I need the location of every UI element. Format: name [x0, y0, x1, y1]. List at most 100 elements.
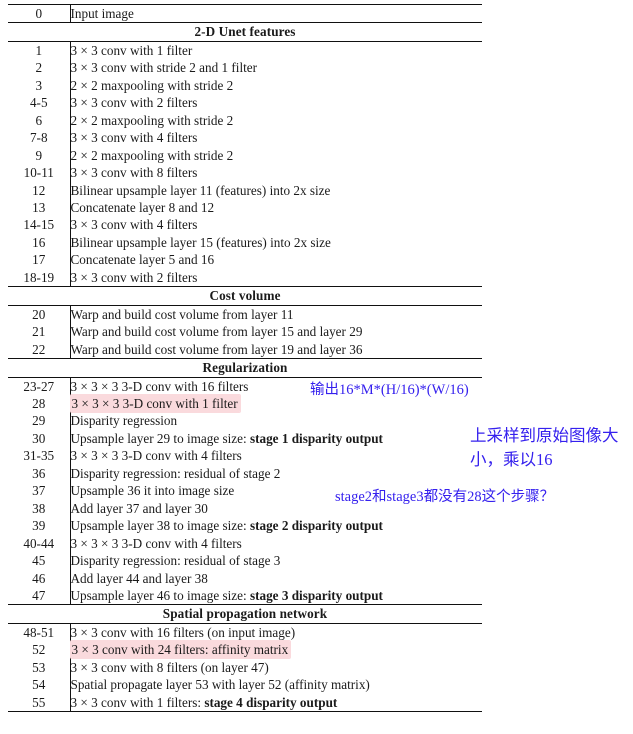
table-row: 62 × 2 maxpooling with stride 2	[8, 111, 482, 130]
layer-description-cell: Disparity regression: residual of stage …	[70, 553, 281, 569]
table-row: 13 Concatenate layer 8 and 12	[8, 198, 482, 217]
layer-id-cell: 1	[8, 41, 71, 60]
layer-id-cell: 46	[8, 569, 71, 587]
layer-description-cell: Concatenate layer 8 and 12	[70, 199, 215, 215]
layer-id-cell: 2	[8, 59, 71, 77]
layer-id-cell: 47	[8, 586, 71, 605]
layer-id-cell: 31-35	[8, 447, 71, 465]
layer-description-cell: Disparity regression: residual of stage …	[70, 465, 281, 481]
stage-output-label: stage 4 disparity output	[204, 694, 338, 710]
table-row: 0 Input image	[8, 3, 482, 24]
table-row: 10-11 3 × 3 conv with 8 filters	[8, 164, 482, 182]
network-architecture-table: 0 Input image 2-D Unet features 1 3 × 3 conv…	[8, 3, 482, 713]
layer-description-cell: Warp and build cost volume from layer 11	[70, 306, 294, 322]
layer-description-cell: Spatial propagate layer 53 with layer 52…	[70, 677, 370, 693]
table-row: 40-44 3 × 3 × 3 3-D conv with 4 filters	[8, 534, 482, 553]
layer-id-cell: 12	[8, 181, 71, 199]
table-row: 47 Upsample layer 46 to image size: stage…	[8, 586, 482, 605]
section-header: Cost volume	[8, 286, 482, 306]
table-body: 0 Input image 2-D Unet features 1 3 × 3 conv…	[8, 3, 482, 713]
layer-description-cell: 3 × 3 conv with 8 filters	[70, 165, 198, 181]
table-row: 32 × 2 maxpooling with stride 2	[8, 76, 482, 95]
table-section-row: 2-D Unet features	[8, 22, 482, 42]
table-page: 0 Input image 2-D Unet features 1 3 × 3 conv…	[0, 0, 633, 734]
layer-description-cell: Upsample layer 29 to image size: stage 1…	[70, 430, 383, 446]
layer-id-cell: 45	[8, 552, 71, 570]
layer-id-cell: 9	[8, 146, 71, 165]
layer-id-cell: 38	[8, 499, 71, 518]
table-row: 55 3 × 3 conv with 1 filters: stage 4 dis…	[8, 693, 482, 713]
layer-id-cell: 48-51	[8, 623, 71, 642]
table-row: 31-35 3 × 3 × 3 3-D conv with 4 filters	[8, 447, 482, 465]
highlighted-text: 3 × 3 conv with 24 filters: affinity mat…	[70, 641, 291, 659]
layer-description-cell: 2 × 2 maxpooling with stride 2	[70, 77, 234, 93]
layer-id-cell: 0	[8, 3, 71, 24]
layer-description-cell: Bilinear upsample layer 15 (features) in…	[70, 234, 331, 250]
layer-id-cell: 29	[8, 412, 71, 430]
layer-description-cell: Bilinear upsample layer 11 (features) in…	[70, 182, 331, 198]
table-row: 17 Concatenate layer 5 and 16	[8, 251, 482, 269]
layer-id-cell: 23-27	[8, 377, 71, 395]
table-row: 13 × 3 conv with 1 filter	[8, 41, 482, 60]
layer-id-cell: 52	[8, 641, 71, 659]
layer-id-cell: 17	[8, 251, 71, 269]
layer-id-cell: 4-5	[8, 94, 71, 112]
table-row: 52 3 × 3 conv with 24 filters: affinity m…	[8, 641, 482, 659]
table-row: 29 Disparity regression	[8, 412, 482, 430]
table-row: 30 Upsample layer 29 to image size: stage…	[8, 429, 482, 448]
layer-description-cell: Input image	[70, 3, 482, 24]
layer-description-cell: 3 × 3 conv with 4 filters	[70, 130, 198, 146]
layer-id-cell: 18-19	[8, 268, 71, 287]
table-row: 53 3 × 3 conv with 8 filters (on layer 47…	[8, 658, 482, 677]
layer-id-cell: 30	[8, 429, 71, 448]
stage-output-label: stage 2 disparity output	[249, 518, 383, 534]
table-row: 39 Upsample layer 38 to image size: stage…	[8, 517, 482, 535]
layer-id-cell: 10-11	[8, 164, 71, 182]
layer-description-cell: 3 × 3 conv with 24 filters: affinity mat…	[70, 641, 482, 659]
layer-description-cell: Concatenate layer 5 and 16	[70, 252, 215, 268]
table-row: 46 Add layer 44 and layer 38	[8, 569, 482, 587]
layer-description-cell: 2 × 2 maxpooling with stride 2	[70, 147, 234, 163]
table-row: 21 Warp and build cost volume from layer …	[8, 323, 482, 341]
layer-id-cell: 16	[8, 233, 71, 252]
layer-description-cell: 3 × 3 conv with 4 filters	[70, 217, 198, 233]
table-row: 16 Bilinear upsample layer 15 (features) …	[8, 233, 482, 252]
table-section-row: Regularization	[8, 358, 482, 378]
layer-id-cell: 20	[8, 305, 71, 324]
table-section-row: Cost volume	[8, 286, 482, 306]
layer-description-cell: 2 × 2 maxpooling with stride 2	[70, 112, 234, 128]
layer-id-cell: 39	[8, 517, 71, 535]
layer-description-cell: 3 × 3 conv with 1 filters: stage 4 dispa…	[70, 693, 482, 713]
layer-description-cell: 3 × 3 conv with 2 filters	[70, 269, 198, 285]
layer-id-cell: 14-15	[8, 216, 71, 234]
layer-id-cell: 53	[8, 658, 71, 677]
layer-id-cell: 13	[8, 198, 71, 217]
layer-id-cell: 54	[8, 676, 71, 694]
layer-id-cell: 7-8	[8, 129, 71, 147]
annotation-upsample-note: 上采样到原始图像大小，乘以16	[470, 426, 619, 469]
section-header: Spatial propagation network	[8, 604, 482, 624]
layer-description-cell: 3 × 3 conv with 2 filters	[70, 95, 198, 111]
layer-description-cell: Warp and build cost volume from layer 15…	[70, 324, 363, 340]
table-row: 36 Disparity regression: residual of stag…	[8, 464, 482, 483]
layer-id-cell: 3	[8, 76, 71, 95]
table-row: 20 Warp and build cost volume from layer …	[8, 305, 482, 324]
table-row: 23 × 3 conv with stride 2 and 1 filter	[8, 59, 482, 77]
layer-description-cell: Upsample layer 38 to image size: stage 2…	[70, 518, 383, 534]
table-row: 4-5 3 × 3 conv with 2 filters	[8, 94, 482, 112]
table-row: 12 Bilinear upsample layer 11 (features) …	[8, 181, 482, 199]
annotation-stage-question: stage2和stage3都没有28这个步骤？	[335, 489, 555, 505]
layer-id-cell: 55	[8, 693, 71, 713]
table-row: 45 Disparity regression: residual of stag…	[8, 552, 482, 570]
layer-id-cell: 21	[8, 323, 71, 341]
table-row: 48-51 3 × 3 conv with 16 filters (on inpu…	[8, 623, 482, 642]
highlighted-text: 3 × 3 × 3 3-D conv with 1 filter	[70, 394, 240, 412]
table-row: 7-8 3 × 3 conv with 4 filters	[8, 129, 482, 147]
layer-description-cell: 3 × 3 × 3 3-D conv with 4 filters	[70, 535, 242, 551]
table-row: 22 Warp and build cost volume from layer …	[8, 340, 482, 359]
layer-description-cell: Add layer 44 and layer 38	[70, 570, 208, 586]
annotation-output-shape: 输出16*M*(H/16)*(W/16)	[310, 382, 469, 398]
layer-id-cell: 37	[8, 482, 71, 500]
table-row: 54 Spatial propagate layer 53 with layer …	[8, 676, 482, 694]
section-header: 2-D Unet features	[8, 22, 482, 42]
